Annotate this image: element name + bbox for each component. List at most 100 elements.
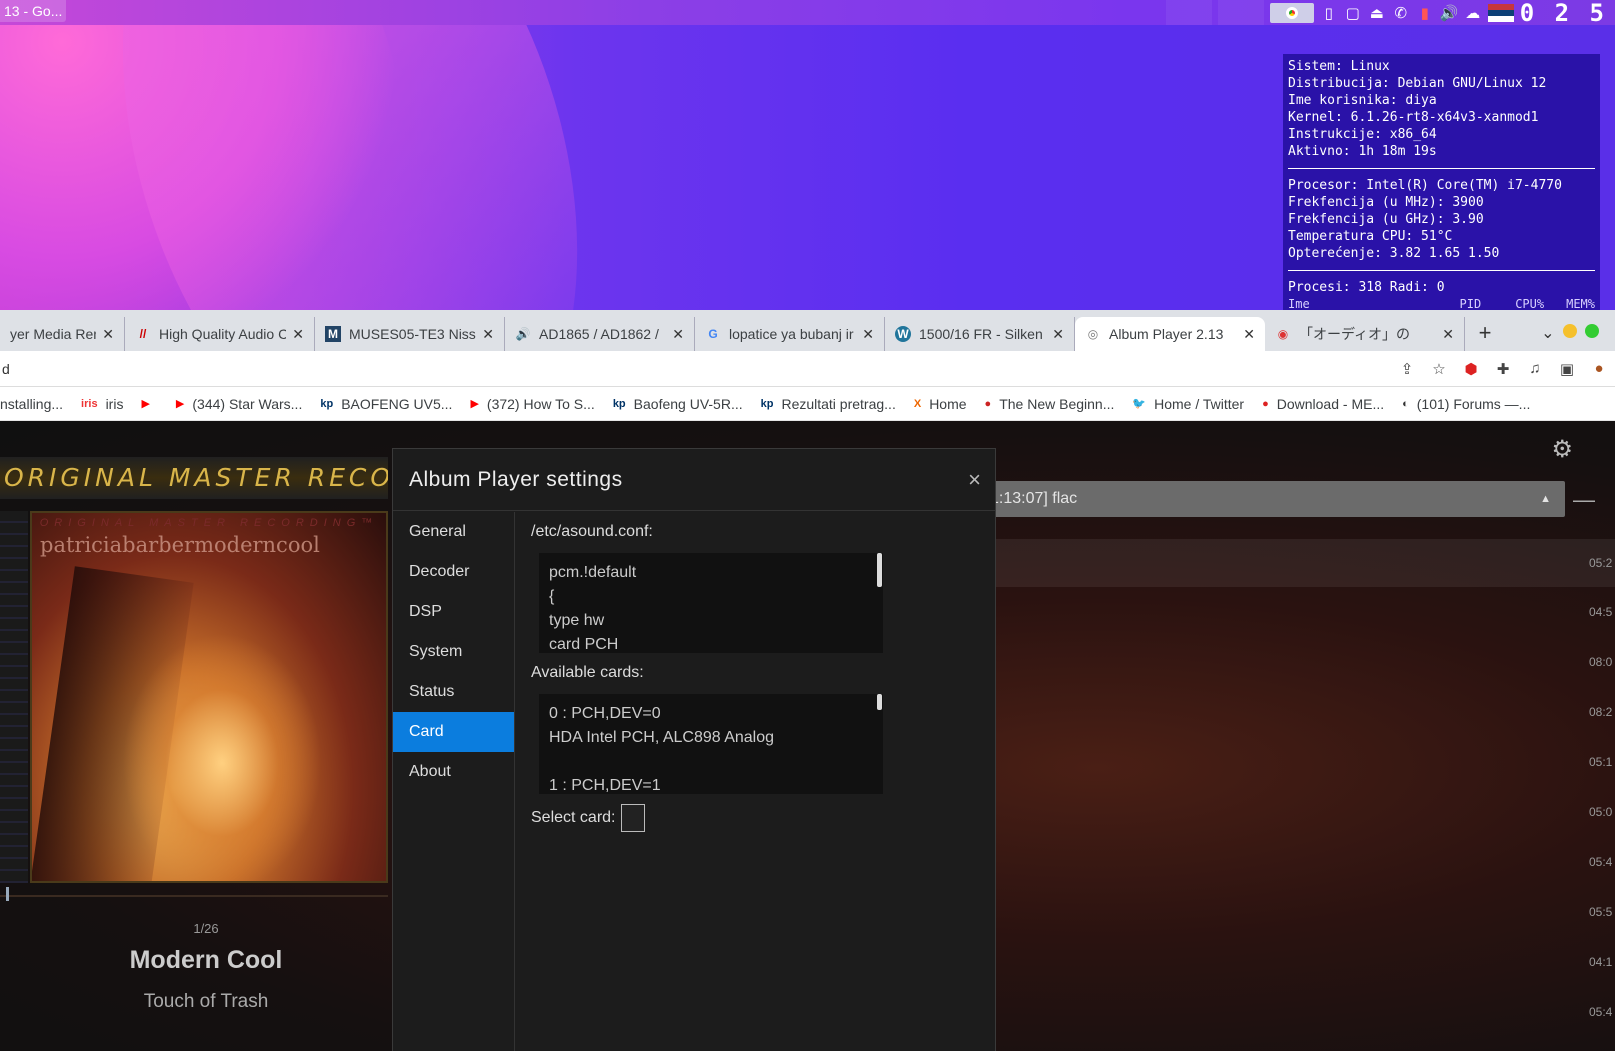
weather-icon[interactable]: ☁ (1464, 4, 1482, 22)
available-cards-list[interactable]: 0 : PCH,DEV=0 HDA Intel PCH, ALC898 Anal… (539, 694, 883, 794)
cover-highlight (122, 633, 322, 881)
chat-icon[interactable]: ▢ (1344, 4, 1362, 22)
conky-line: Distribucija: Debian GNU/Linux 12 (1288, 76, 1547, 91)
track-index: 1/26 (193, 921, 219, 936)
youtube-icon: ▶ (141, 398, 150, 410)
bookmark-item[interactable]: kp Baofeng UV-5R... (613, 396, 743, 412)
bookmark-item[interactable]: 🐦 Home / Twitter (1132, 396, 1244, 412)
new-tab-button[interactable]: + (1465, 317, 1505, 351)
col-mem: MEM% (1566, 297, 1595, 310)
chrome-tray-icon[interactable] (1269, 2, 1314, 23)
bookmark-item[interactable]: iris iris (81, 396, 123, 412)
bookmark-label: BAOFENG UV5... (341, 395, 453, 412)
share-icon[interactable]: ⇪ (1391, 360, 1423, 378)
bookmark-item[interactable]: ▶ (141, 397, 157, 410)
bookmark-item[interactable]: kp BAOFENG UV5... (320, 396, 452, 412)
address-bar[interactable]: d (0, 361, 1391, 377)
panel-slot[interactable] (1217, 0, 1264, 25)
nav-system[interactable]: System (393, 632, 514, 672)
bookmark-item[interactable]: kp Rezultati pretrag... (761, 396, 896, 412)
settings-modal: Album Player settings × General Decoder … (392, 448, 996, 1051)
divider (1288, 168, 1595, 169)
nav-about[interactable]: About (393, 752, 514, 792)
track-duration: 05:4 (1589, 855, 1613, 869)
browser-tab-active[interactable]: ◎ Album Player 2.13 ✕ (1075, 317, 1265, 351)
browser-tab[interactable]: Glopatice ya bubanj ir ✕ (695, 317, 885, 351)
settings-gear-icon[interactable]: ⚙ (1551, 435, 1573, 464)
cover-spine (0, 511, 28, 883)
conky-line: Instrukcije: x86_64 (1288, 127, 1437, 142)
taskbar-window[interactable]: 13 - Go... (0, 0, 67, 22)
tab-favicon-icon: 🔊 (515, 327, 531, 341)
adblock-icon[interactable]: ⬢ (1455, 360, 1487, 378)
close-tab-icon[interactable]: ✕ (672, 326, 684, 343)
bookmarks-bar: nstalling... iris iris ▶ ▶ (344) Star Wars… (0, 387, 1615, 421)
keyboard-layout-flag-icon[interactable] (1487, 3, 1514, 22)
maximize-button[interactable] (1585, 324, 1599, 338)
viber-icon[interactable]: ✆ (1392, 4, 1410, 22)
progress-knob[interactable] (6, 887, 9, 901)
bookmark-label: Rezultati pretrag... (781, 395, 896, 412)
volume-icon[interactable]: 🔊 (1440, 4, 1459, 22)
clipboard-icon[interactable]: ▯ (1320, 4, 1338, 22)
album-select-value: 1:13:07] flac (990, 490, 1078, 507)
selected-track-row[interactable] (960, 539, 1615, 587)
media-controls-icon[interactable]: ♫ (1519, 360, 1551, 377)
close-button[interactable]: × (968, 467, 981, 493)
extensions-icon[interactable]: ✚ (1487, 360, 1519, 378)
browser-tab[interactable]: // High Quality Audio C ✕ (125, 317, 315, 351)
nav-general[interactable]: General (393, 512, 514, 552)
close-tab-icon[interactable]: ✕ (1243, 326, 1255, 343)
close-tab-icon[interactable]: ✕ (1442, 326, 1454, 343)
album-select[interactable]: 1:13:07] flac ▲ (960, 481, 1565, 517)
card-line: 1 : PCH,DEV=1 (549, 777, 661, 794)
tab-search-icon[interactable]: ⌄ (1541, 317, 1603, 351)
nav-status[interactable]: Status (393, 672, 514, 712)
browser-tab[interactable]: ◉ 「オーディオ」の ✕ (1265, 317, 1465, 351)
nav-card[interactable]: Card (393, 712, 514, 752)
browser-tab[interactable]: 🔊 AD1865 / AD1862 / ✕ (505, 317, 695, 351)
nav-decoder[interactable]: Decoder (393, 552, 514, 592)
bookmark-item[interactable]: ● The New Beginn... (985, 396, 1115, 412)
bookmark-label: Baofeng UV-5R... (633, 395, 743, 412)
profile-avatar-icon[interactable]: ● (1583, 360, 1615, 377)
asound-label: /etc/asound.conf: (531, 523, 653, 540)
nav-dsp[interactable]: DSP (393, 592, 514, 632)
close-tab-icon[interactable]: ✕ (482, 326, 494, 343)
bookmark-item[interactable]: nstalling... (0, 396, 63, 412)
close-tab-icon[interactable]: ✕ (862, 326, 874, 343)
bookmark-item[interactable]: ▶ (344) Star Wars... (176, 396, 302, 412)
side-panel-icon[interactable]: ▣ (1551, 360, 1583, 378)
tab-favicon-icon: M (325, 326, 341, 342)
minimize-button[interactable] (1563, 324, 1577, 338)
asound-config-textarea[interactable]: pcm.!default { type hw card PCH (539, 553, 883, 653)
scrollbar-thumb[interactable] (877, 694, 882, 710)
bookmark-item[interactable]: ● Download - ME... (1262, 396, 1384, 412)
browser-tab[interactable]: W 1500/16 FR - Silken ✕ (885, 317, 1075, 351)
select-card-dropdown[interactable] (621, 804, 646, 832)
card-line: 0 : PCH,DEV=0 (549, 705, 661, 722)
eject-icon[interactable]: ⏏ (1368, 4, 1386, 22)
browser-tab[interactable]: M MUSES05-TE3 Niss ✕ (315, 317, 505, 351)
clock[interactable]: 0 2 5 (1520, 0, 1607, 27)
close-tab-icon[interactable]: ✕ (102, 326, 114, 343)
mic-icon[interactable]: ▮ (1416, 4, 1434, 22)
toolbar: d ⇪ ☆ ⬢ ✚ ♫ ▣ ● (0, 351, 1615, 387)
panel-slot[interactable] (1165, 0, 1212, 25)
bookmark-item[interactable]: X Home (914, 396, 967, 412)
bookmark-star-icon[interactable]: ☆ (1423, 360, 1455, 378)
scrollbar-thumb[interactable] (877, 553, 882, 587)
close-tab-icon[interactable]: ✕ (1052, 326, 1064, 343)
select-card-row: Select card: (531, 804, 991, 832)
collapse-button[interactable]: — (1573, 487, 1595, 513)
tab-title: AD1865 / AD1862 / (539, 326, 659, 342)
close-tab-icon[interactable]: ✕ (292, 326, 304, 343)
album-cover[interactable]: ORIGINAL MASTER RECORDING™ patriciabarbe… (30, 511, 388, 883)
bookmark-item[interactable]: ▶ (372) How To S... (470, 396, 594, 412)
browser-tab[interactable]: yer Media Renc ✕ (0, 317, 125, 351)
album-player-app: ⚙ 1:13:07] flac ▲ — 05:2 04:5 08:0 08:2 0… (0, 421, 1615, 1051)
conky-process-header: Ime PID CPU% MEM% (1288, 296, 1595, 310)
bookmark-item[interactable]: ◐ (101) Forums —... (1402, 396, 1530, 412)
progress-bar[interactable] (0, 887, 388, 901)
tab-title: 「オーディオ」の (1299, 326, 1411, 342)
